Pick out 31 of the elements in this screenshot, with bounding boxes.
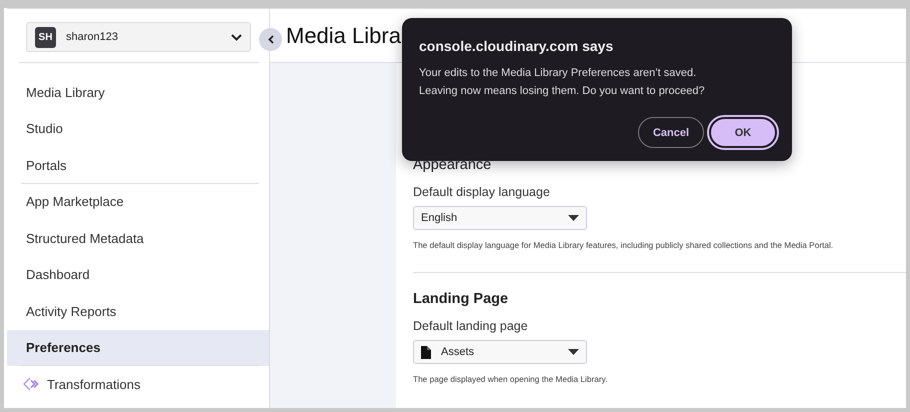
section-heading: Appearance xyxy=(413,157,492,173)
field-hint: The default display language for Media Library features, including publicly shared collections and the Media Portal. xyxy=(413,240,834,250)
field-hint: The page displayed when opening the Media Library. xyxy=(413,374,608,384)
dialog-title: console.cloudinary.com says xyxy=(419,38,614,54)
field-label: Default landing page xyxy=(413,319,529,333)
section-heading: Landing Page xyxy=(413,291,510,307)
cancel-button[interactable]: Cancel xyxy=(638,117,704,148)
caret-down-icon xyxy=(568,215,579,221)
document-icon xyxy=(421,346,431,358)
sidebar-item[interactable]: Structured Metadata xyxy=(7,220,269,256)
page-title: Media Libra xyxy=(286,22,401,48)
dialog-message: Your edits to the Media Library Preferences aren’t saved. xyxy=(419,66,698,81)
select-dropdown[interactable]: Assets xyxy=(413,340,587,364)
sidebar-item[interactable]: Preferences xyxy=(7,330,269,366)
sidebar-item[interactable]: Transformations xyxy=(7,366,269,402)
field-label: Default display language xyxy=(413,185,551,199)
select-dropdown[interactable]: English xyxy=(413,206,587,230)
sidebar-item[interactable]: Activity Reports xyxy=(7,293,269,330)
sidebar-item[interactable]: Media Library xyxy=(7,74,269,110)
sidebar-item[interactable]: Dashboard xyxy=(7,256,269,293)
account-name: sharon123 xyxy=(66,31,119,43)
sidebar-item[interactable]: Studio xyxy=(7,110,269,147)
chevron-down-icon xyxy=(231,34,242,40)
dialog-message: Leaving now means losing them. Do you want to proceed? xyxy=(419,84,706,98)
avatar-initials: SH xyxy=(35,26,56,48)
account-dropdown[interactable]: SH sharon123 xyxy=(26,22,251,52)
ok-button[interactable]: OK xyxy=(709,117,777,148)
diamond-arrows-icon xyxy=(23,377,39,392)
chevron-left-icon xyxy=(268,35,274,44)
caret-down-icon xyxy=(568,349,579,355)
sidebar-item[interactable]: App Marketplace xyxy=(7,184,269,220)
